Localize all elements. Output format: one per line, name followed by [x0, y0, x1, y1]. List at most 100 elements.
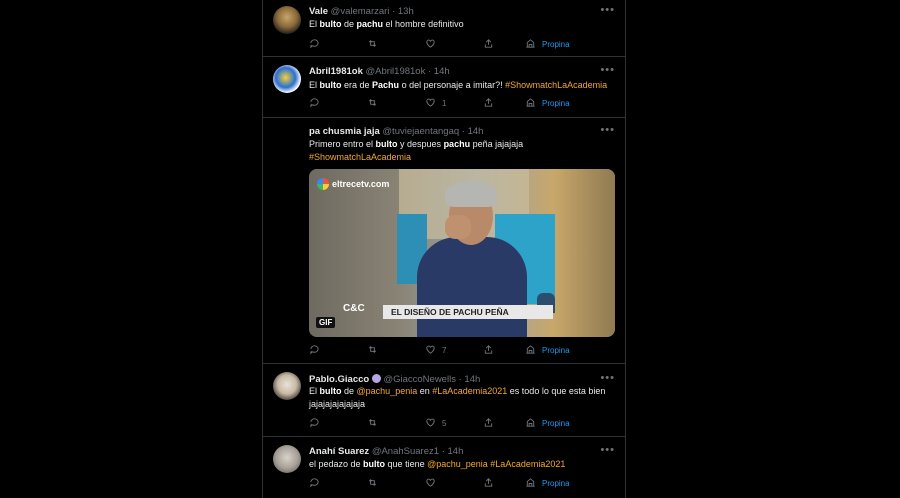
- tip-button[interactable]: Propina: [525, 477, 570, 490]
- like-button[interactable]: 5: [425, 417, 446, 430]
- share-button[interactable]: [483, 417, 494, 430]
- retweet-button[interactable]: [367, 477, 378, 490]
- avatar[interactable]: [273, 6, 301, 34]
- display-name[interactable]: Abril1981ok: [309, 66, 363, 77]
- text-run: o del personaje a imitar?!: [399, 80, 506, 90]
- reply-button[interactable]: [309, 344, 320, 357]
- like-button-label: 7: [442, 346, 447, 355]
- reply-icon: [309, 344, 320, 357]
- tweet-header: Abril1981ok @Abril1981ok · 14h: [309, 66, 450, 77]
- more-icon[interactable]: •••: [600, 64, 615, 76]
- display-name[interactable]: Vale: [309, 6, 328, 17]
- retweet-icon: [367, 417, 378, 430]
- keyword-highlight: pachu: [356, 19, 384, 29]
- text-run: El: [309, 386, 320, 396]
- retweet-icon: [367, 38, 378, 51]
- tip-button[interactable]: Propina: [525, 97, 570, 110]
- text-run: el pedazo de: [309, 459, 364, 469]
- tip-icon: [525, 344, 536, 357]
- display-name[interactable]: Anahí Suarez: [309, 446, 369, 457]
- share-button[interactable]: [483, 38, 494, 51]
- share-button[interactable]: [483, 97, 494, 110]
- share-button[interactable]: [483, 344, 494, 357]
- avatar[interactable]: [273, 65, 301, 93]
- timestamp[interactable]: 14h: [464, 374, 480, 385]
- user-handle[interactable]: @valemarzari: [331, 6, 390, 17]
- user-handle[interactable]: @tuviejaentangaq: [382, 126, 459, 137]
- gif-media[interactable]: eltrecetv.com C&C EL DISEÑO DE PACHU PEÑ…: [309, 169, 615, 337]
- tweet[interactable]: Anahí Suarez @AnahSuarez1 · 14h ••• el p…: [263, 437, 625, 498]
- user-handle[interactable]: @AnahSuarez1: [372, 446, 439, 457]
- avatar[interactable]: [273, 445, 301, 473]
- tweet-actions: Propina: [309, 477, 609, 491]
- display-name[interactable]: Pablo.Giacco: [309, 374, 369, 385]
- text-run: que tiene: [385, 459, 428, 469]
- like-button[interactable]: 1: [425, 97, 446, 110]
- like-button[interactable]: [425, 477, 442, 490]
- reply-button[interactable]: [309, 38, 320, 51]
- reply-icon: [309, 97, 320, 110]
- timestamp[interactable]: 13h: [398, 6, 414, 17]
- hashtag-link[interactable]: #ShowmatchLaAcademia: [309, 152, 411, 162]
- share-button[interactable]: [483, 477, 494, 490]
- mention-link[interactable]: @pachu_penia: [427, 459, 488, 469]
- timestamp[interactable]: 14h: [468, 126, 484, 137]
- like-button[interactable]: [425, 38, 442, 51]
- person-body: [417, 237, 527, 337]
- text-run: peña jajajaja: [470, 139, 524, 149]
- tweet[interactable]: Abril1981ok @Abril1981ok · 14h ••• El bu…: [263, 57, 625, 118]
- hashtag-link[interactable]: #LaAcademia2021: [490, 459, 565, 469]
- separator-dot: ·: [458, 374, 462, 385]
- hashtag-link[interactable]: #LaAcademia2021: [432, 386, 507, 396]
- program-logo: C&C: [343, 303, 365, 314]
- keyword-highlight: bulto: [363, 459, 386, 469]
- text-run: El: [309, 19, 320, 29]
- timestamp[interactable]: 14h: [434, 66, 450, 77]
- retweet-button[interactable]: [367, 38, 378, 51]
- avatar[interactable]: [273, 372, 301, 400]
- lower-third-text: EL DISEÑO DE PACHU PEÑA: [391, 307, 509, 317]
- display-name[interactable]: pa chusmia jaja: [309, 126, 380, 137]
- retweet-button[interactable]: [367, 344, 378, 357]
- tweet-header: Vale @valemarzari · 13h: [309, 6, 414, 17]
- tweet[interactable]: Vale @valemarzari · 13h ••• El bulto de …: [263, 0, 625, 57]
- tweet-text: el pedazo de bulto que tiene @pachu_peni…: [309, 458, 615, 471]
- timestamp[interactable]: 14h: [448, 446, 464, 457]
- tweet[interactable]: pa chusmia jaja @tuviejaentangaq · 14h •…: [263, 118, 625, 364]
- retweet-button[interactable]: [367, 97, 378, 110]
- retweet-button[interactable]: [367, 417, 378, 430]
- reply-button[interactable]: [309, 417, 320, 430]
- like-button-label: 5: [442, 419, 447, 428]
- reply-button[interactable]: [309, 477, 320, 490]
- text-run: en: [417, 386, 433, 396]
- verified-badge-icon: [371, 374, 381, 383]
- tweet-text: El bulto de @pachu_penia en #LaAcademia2…: [309, 385, 615, 410]
- tweet[interactable]: Pablo.Giacco @GiaccoNewells · 14h ••• El…: [263, 364, 625, 437]
- mention-link[interactable]: @pachu_penia: [357, 386, 418, 396]
- text-run: Primero entro el: [309, 139, 376, 149]
- tip-button[interactable]: Propina: [525, 38, 570, 51]
- user-handle[interactable]: @Abril1981ok: [366, 66, 426, 77]
- share-icon: [483, 97, 494, 110]
- keyword-highlight: bulto: [319, 80, 342, 90]
- keyword-highlight: bulto: [319, 386, 342, 396]
- channel-logo-icon: [317, 178, 329, 190]
- hashtag-link[interactable]: #ShowmatchLaAcademia: [505, 80, 607, 90]
- like-button[interactable]: 7: [425, 344, 446, 357]
- user-handle[interactable]: @GiaccoNewells: [383, 374, 455, 385]
- text-run: de: [341, 386, 357, 396]
- like-icon: [425, 38, 436, 51]
- share-icon: [483, 344, 494, 357]
- tweet-actions: 1 Propina: [309, 97, 609, 111]
- more-icon[interactable]: •••: [600, 372, 615, 384]
- tip-button[interactable]: Propina: [525, 417, 570, 430]
- more-icon[interactable]: •••: [600, 124, 615, 136]
- text-run: de: [341, 19, 357, 29]
- reply-button[interactable]: [309, 97, 320, 110]
- reply-icon: [309, 38, 320, 51]
- more-icon[interactable]: •••: [600, 4, 615, 16]
- more-icon[interactable]: •••: [600, 444, 615, 456]
- separator-dot: ·: [441, 446, 445, 457]
- tip-button[interactable]: Propina: [525, 344, 570, 357]
- keyword-highlight: bulto: [375, 139, 398, 149]
